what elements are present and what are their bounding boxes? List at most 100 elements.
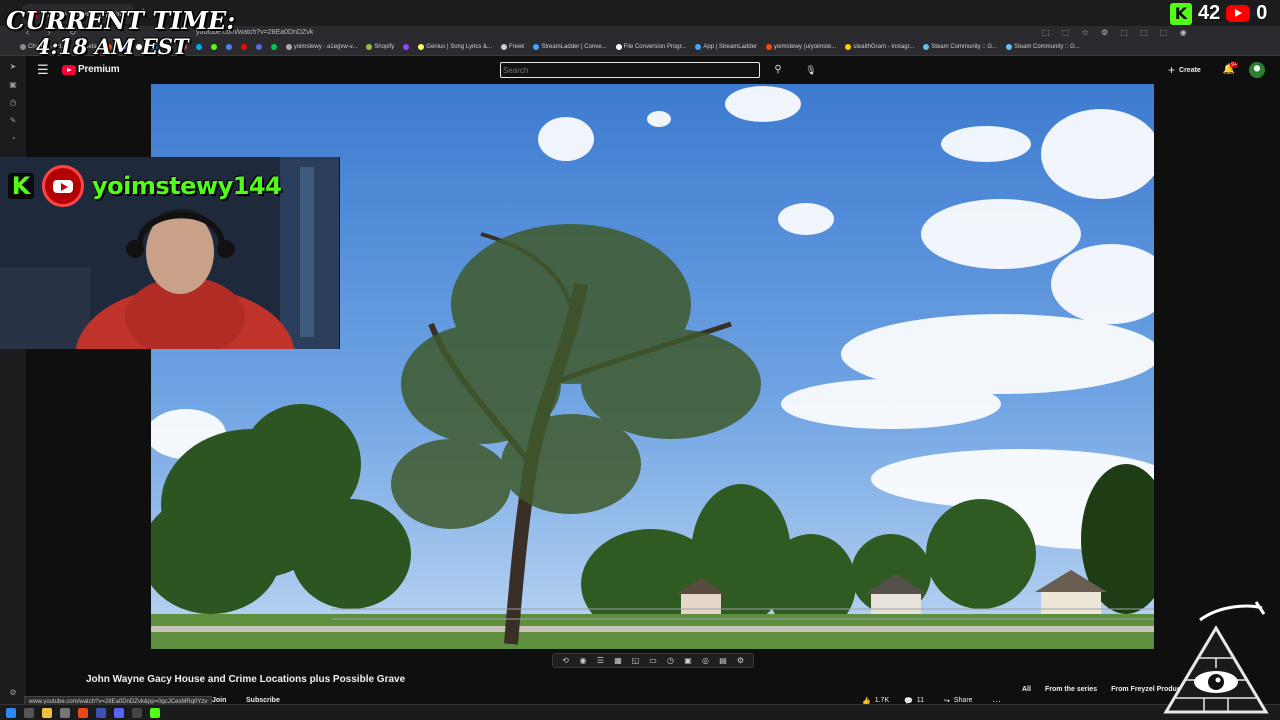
bookmark-item[interactable]: [240, 44, 247, 50]
bookmark-favicon-icon: [615, 44, 622, 50]
bookmark-label: Genius | Song Lyrics &...: [426, 44, 492, 50]
browser-toolbar-icons[interactable]: ⬚ ⬚ ☆ ⚙ ⬚ ⬚ ⬚ ◉: [1042, 28, 1192, 37]
bookmark-item[interactable]: Shopify: [366, 44, 394, 50]
discord-taskbar-icon[interactable]: [114, 708, 124, 718]
bookmark-label: App | StreamLadder: [703, 44, 757, 50]
kick-taskbar-icon[interactable]: [150, 708, 160, 718]
bookmark-item[interactable]: [403, 44, 410, 50]
screenshot-icon[interactable]: ◎: [701, 656, 711, 665]
youtube-premium-label[interactable]: Premium: [78, 64, 120, 75]
bookmark-favicon-icon: [695, 44, 702, 50]
chip-from-series[interactable]: From the series: [1045, 686, 1097, 693]
bookmark-favicon-icon: [765, 44, 772, 50]
clock-value: 4:18 AM EST: [36, 34, 189, 59]
captions-icon[interactable]: ▤: [718, 656, 728, 665]
windows-taskbar: [0, 704, 1280, 720]
bookmark-favicon-icon: [1005, 44, 1012, 50]
player-controls-bar: ⟲ ◉ ☰ ▦ ◱ ▭ ◷ ▣ ◎ ▤ ⚙: [552, 653, 754, 668]
resize-icon[interactable]: ◱: [631, 656, 641, 665]
create-label: Create: [1179, 66, 1201, 74]
taskbar-app-icon[interactable]: [60, 708, 70, 718]
bookmark-favicon-icon: [923, 44, 930, 50]
chip-all[interactable]: All: [1022, 686, 1031, 693]
miniplayer-icon[interactable]: ▭: [648, 656, 658, 665]
bookmark-item[interactable]: yoimstewy (u/yoimste...: [765, 44, 836, 50]
bookmark-label: StreamLadder | Conve...: [541, 44, 607, 50]
bookmark-item[interactable]: yoimstewy - a1egvw-v...: [285, 44, 358, 50]
notification-badge: 9+: [1230, 62, 1238, 68]
bookmark-label: Freek: [509, 44, 525, 50]
streamer-username: yoimstewy144: [92, 172, 282, 200]
create-button[interactable]: + Create: [1168, 62, 1201, 78]
speed-icon[interactable]: ◷: [666, 656, 676, 665]
bookmark-label: File Conversion Progr...: [623, 44, 687, 50]
taskbar-search-icon[interactable]: [24, 708, 34, 718]
bookmark-favicon-icon: [285, 44, 292, 50]
sidebar-send-icon[interactable]: ➤: [8, 62, 18, 72]
subscribe-button[interactable]: Subscribe: [246, 697, 280, 704]
bookmark-item[interactable]: Genius | Song Lyrics &...: [418, 44, 492, 50]
audio-icon[interactable]: ◉: [578, 656, 588, 665]
webcam-overlay: K yoimstewy144: [0, 157, 340, 349]
bookmark-item[interactable]: Steam Community :: G...: [1005, 44, 1080, 50]
bookmark-favicon-icon: [240, 44, 247, 50]
bookmark-label: Shopify: [374, 44, 395, 50]
bookmark-label: stealthGram - Instagr...: [853, 44, 915, 50]
bookmark-item[interactable]: [255, 44, 262, 50]
youtube-viewer-count: 0: [1256, 2, 1268, 24]
webcam-name-row: K yoimstewy144: [8, 165, 282, 207]
bookmark-item[interactable]: [270, 44, 277, 50]
bookmark-favicon-icon: [533, 44, 540, 50]
account-avatar[interactable]: [1249, 62, 1265, 78]
bookmark-favicon-icon: [501, 44, 507, 50]
microphone-icon[interactable]: 🎙: [802, 62, 820, 78]
file-explorer-icon[interactable]: [42, 708, 52, 718]
sidebar-history-icon[interactable]: ◷: [8, 98, 18, 108]
join-button[interactable]: Join: [212, 697, 226, 704]
bookmark-label: Steam Community :: G...: [931, 44, 997, 50]
film-icon[interactable]: ▦: [613, 656, 623, 665]
search-icon[interactable]: ⚲: [768, 62, 788, 78]
sidebar-bookmark-icon[interactable]: ✎: [8, 116, 18, 126]
youtube-logo-icon: [42, 165, 84, 207]
bookmark-favicon-icon: [403, 44, 410, 50]
obs-taskbar-icon[interactable]: [132, 708, 142, 718]
settings-gear-icon[interactable]: ⚙: [736, 656, 746, 665]
bookmark-favicon-icon: [418, 44, 425, 50]
youtube-logo-icon: [1226, 5, 1251, 22]
kick-viewer-count: 42: [1198, 2, 1221, 24]
video-title: John Wayne Gacy House and Crime Location…: [86, 674, 406, 685]
bookmark-favicon-icon: [845, 44, 852, 50]
stream-clock-overlay: CURRENT TIME: 4:18 AM EST: [6, 8, 235, 60]
pip-icon[interactable]: ▣: [683, 656, 693, 665]
loop-icon[interactable]: ⟲: [561, 656, 571, 665]
bookmark-label: Steam Community :: G...: [1013, 44, 1080, 50]
search-input[interactable]: [500, 62, 760, 78]
bookmark-item[interactable]: App | StreamLadder: [695, 44, 757, 50]
sidebar-chat-icon[interactable]: ◔: [8, 134, 18, 144]
path: [151, 626, 1154, 632]
sidebar-wallet-icon[interactable]: ▣: [8, 80, 18, 90]
plus-icon: +: [1168, 63, 1176, 77]
windows-start-icon[interactable]: [6, 708, 16, 718]
kick-logo-icon: K: [8, 173, 34, 199]
bookmark-label: yoimstewy - a1egvw-v...: [293, 44, 358, 50]
kick-logo-icon: K: [1170, 2, 1192, 25]
playlist-icon[interactable]: ☰: [596, 656, 606, 665]
browser-taskbar-icon[interactable]: [78, 708, 88, 718]
sidebar-settings-icon[interactable]: ⚙: [8, 688, 18, 698]
hamburger-menu-icon[interactable]: ☰: [37, 63, 49, 77]
youtube-logo-icon[interactable]: [62, 65, 76, 75]
clock-label: CURRENT TIME:: [6, 6, 236, 35]
bookmark-favicon-icon: [255, 44, 262, 50]
bookmark-item[interactable]: File Conversion Progr...: [615, 44, 687, 50]
bookmark-item[interactable]: Freek: [501, 44, 524, 50]
browser-sidebar: ➤ ▣ ◷ ✎ ◔ ⚙: [0, 56, 26, 704]
viewer-counters: K 42 0: [1170, 2, 1267, 25]
bookmark-favicon-icon: [366, 44, 373, 50]
bookmark-item[interactable]: StreamLadder | Conve...: [533, 44, 607, 50]
taskbar-app-icon[interactable]: [96, 708, 106, 718]
bookmark-favicon-icon: [270, 44, 277, 50]
bookmark-item[interactable]: Steam Community :: G...: [923, 44, 997, 50]
bookmark-item[interactable]: stealthGram - Instagr...: [845, 44, 914, 50]
